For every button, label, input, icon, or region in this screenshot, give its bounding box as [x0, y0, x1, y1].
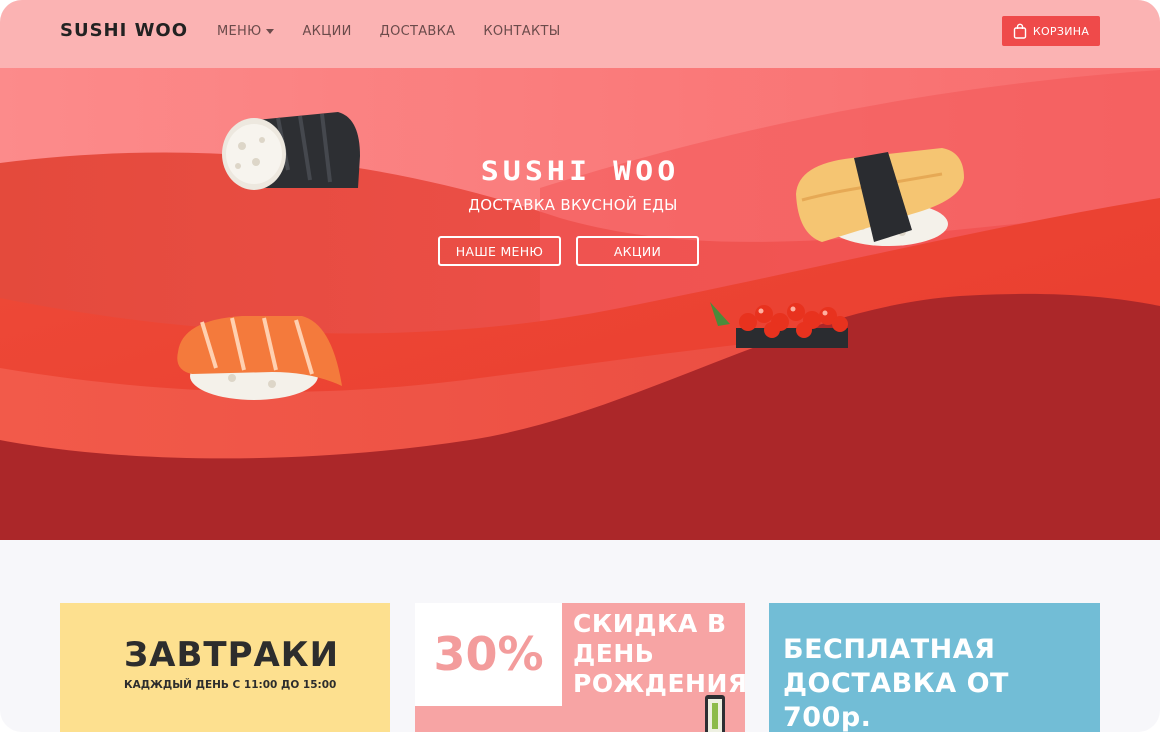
birthday-line-1: СКИДКА В — [573, 609, 727, 638]
free-delivery-text: БЕСПЛАТНАЯ ДОСТАВКА ОТ 700р. — [783, 633, 1100, 732]
nav-item-menu[interactable]: МЕНЮ — [217, 24, 275, 39]
caret-down-icon — [266, 29, 275, 34]
hero-title: SUSHI WOO — [480, 155, 680, 188]
birthday-line-2: ДЕНЬ — [573, 639, 655, 668]
promo-card-breakfast[interactable]: ЗАВТРАКИ КАДЖДЫЙ ДЕНЬ С 11:00 ДО 15:00 — [60, 603, 390, 732]
nav-item-contacts[interactable]: КОНТАКТЫ — [483, 24, 560, 39]
nav-item-delivery[interactable]: ДОСТАВКА — [380, 24, 456, 39]
ikura-gunkan-image — [710, 302, 848, 348]
promo-card-delivery[interactable]: БЕСПЛАТНАЯ ДОСТАВКА ОТ 700р. — [769, 603, 1100, 732]
site-header: SUSHI WOO МЕНЮ АКЦИИ ДОСТАВКА КОНТАКТЫ К… — [0, 0, 1160, 68]
promos-button[interactable]: АКЦИИ — [576, 236, 699, 266]
sushi-roll-image — [705, 695, 725, 732]
discount-percent: 30% — [433, 627, 544, 681]
nav-item-label: МЕНЮ — [217, 24, 262, 39]
cart-label: КОРЗИНА — [1032, 24, 1090, 38]
cart-button[interactable]: КОРЗИНА — [1002, 16, 1100, 46]
nav-item-promos[interactable]: АКЦИИ — [302, 24, 351, 39]
page: SUSHI WOO МЕНЮ АКЦИИ ДОСТАВКА КОНТАКТЫ К… — [0, 0, 1160, 732]
logo[interactable]: SUSHI WOO — [60, 20, 188, 41]
delivery-line-1: БЕСПЛАТНАЯ — [783, 634, 996, 665]
hero-waves-background — [0, 68, 1160, 540]
shopping-bag-icon — [1013, 23, 1027, 39]
hero-banner: SUSHI WOO ДОСТАВКА ВКУСНОЙ ЕДЫ НАШЕ МЕНЮ… — [0, 68, 1160, 540]
main-nav: МЕНЮ АКЦИИ ДОСТАВКА КОНТАКТЫ — [217, 24, 561, 39]
delivery-line-2: ДОСТАВКА ОТ 700р. — [783, 668, 1009, 732]
hero-subtitle: ДОСТАВКА ВКУСНОЙ ЕДЫ — [468, 196, 678, 214]
salmon-nigiri-image — [177, 316, 342, 400]
promo-card-birthday[interactable]: 30% СКИДКА В ДЕНЬ РОЖДЕНИЯ — [415, 603, 745, 732]
our-menu-button[interactable]: НАШЕ МЕНЮ — [438, 236, 561, 266]
breakfast-subtitle: КАДЖДЫЙ ДЕНЬ С 11:00 ДО 15:00 — [124, 679, 337, 691]
breakfast-title: ЗАВТРАКИ — [124, 635, 340, 675]
birthday-discount-text: СКИДКА В ДЕНЬ РОЖДЕНИЯ — [573, 609, 745, 699]
